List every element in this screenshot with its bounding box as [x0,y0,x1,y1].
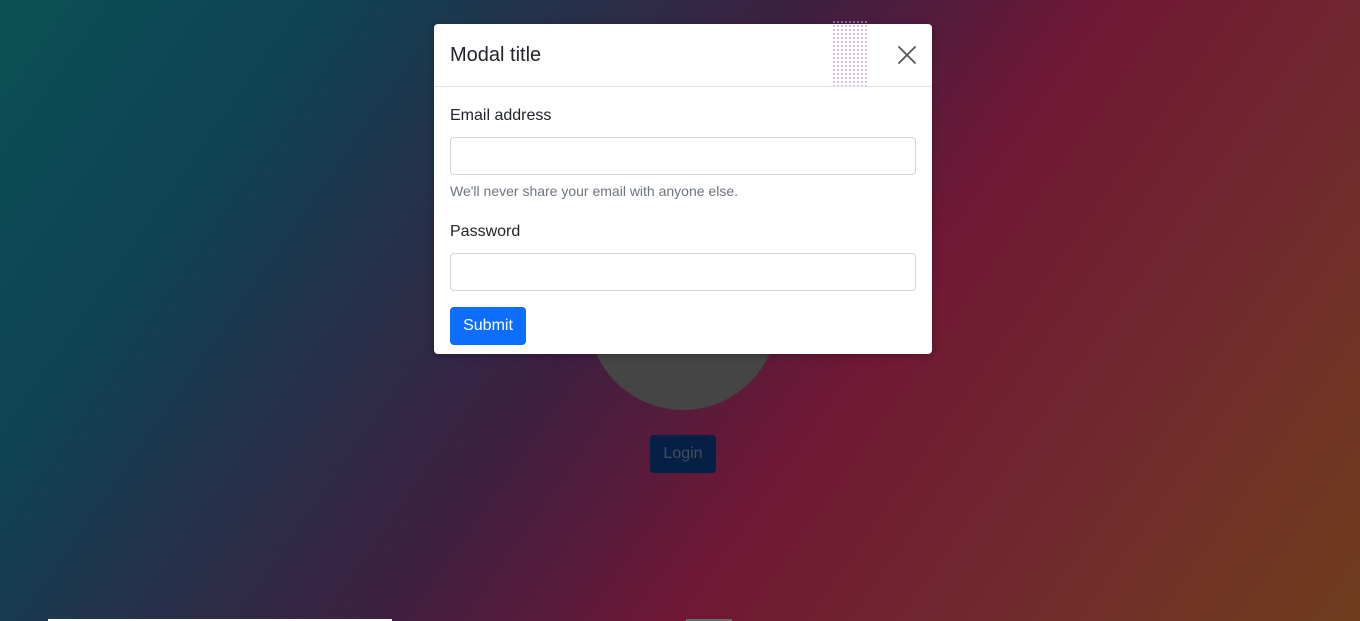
modal-body: Email address We'll never share your ema… [434,87,932,345]
email-group: Email address We'll never share your ema… [450,104,916,200]
close-button[interactable] [896,44,918,66]
login-form: Email address We'll never share your ema… [450,104,916,345]
password-label: Password [450,223,521,240]
modal-title: Modal title [450,44,542,66]
modal-header: Modal title [434,20,932,87]
email-help-text: We'll never share your email with anyone… [450,183,738,199]
password-field[interactable] [450,253,916,291]
render-artifact [832,20,868,86]
password-group: Password [450,220,916,291]
submit-button[interactable]: Submit [450,307,526,345]
email-field[interactable] [450,137,916,175]
login-modal: Modal title Email address We'll never sh… [434,20,932,354]
email-label: Email address [450,107,552,124]
page: Login Modal title Email address [0,0,1360,621]
close-icon [896,44,918,66]
